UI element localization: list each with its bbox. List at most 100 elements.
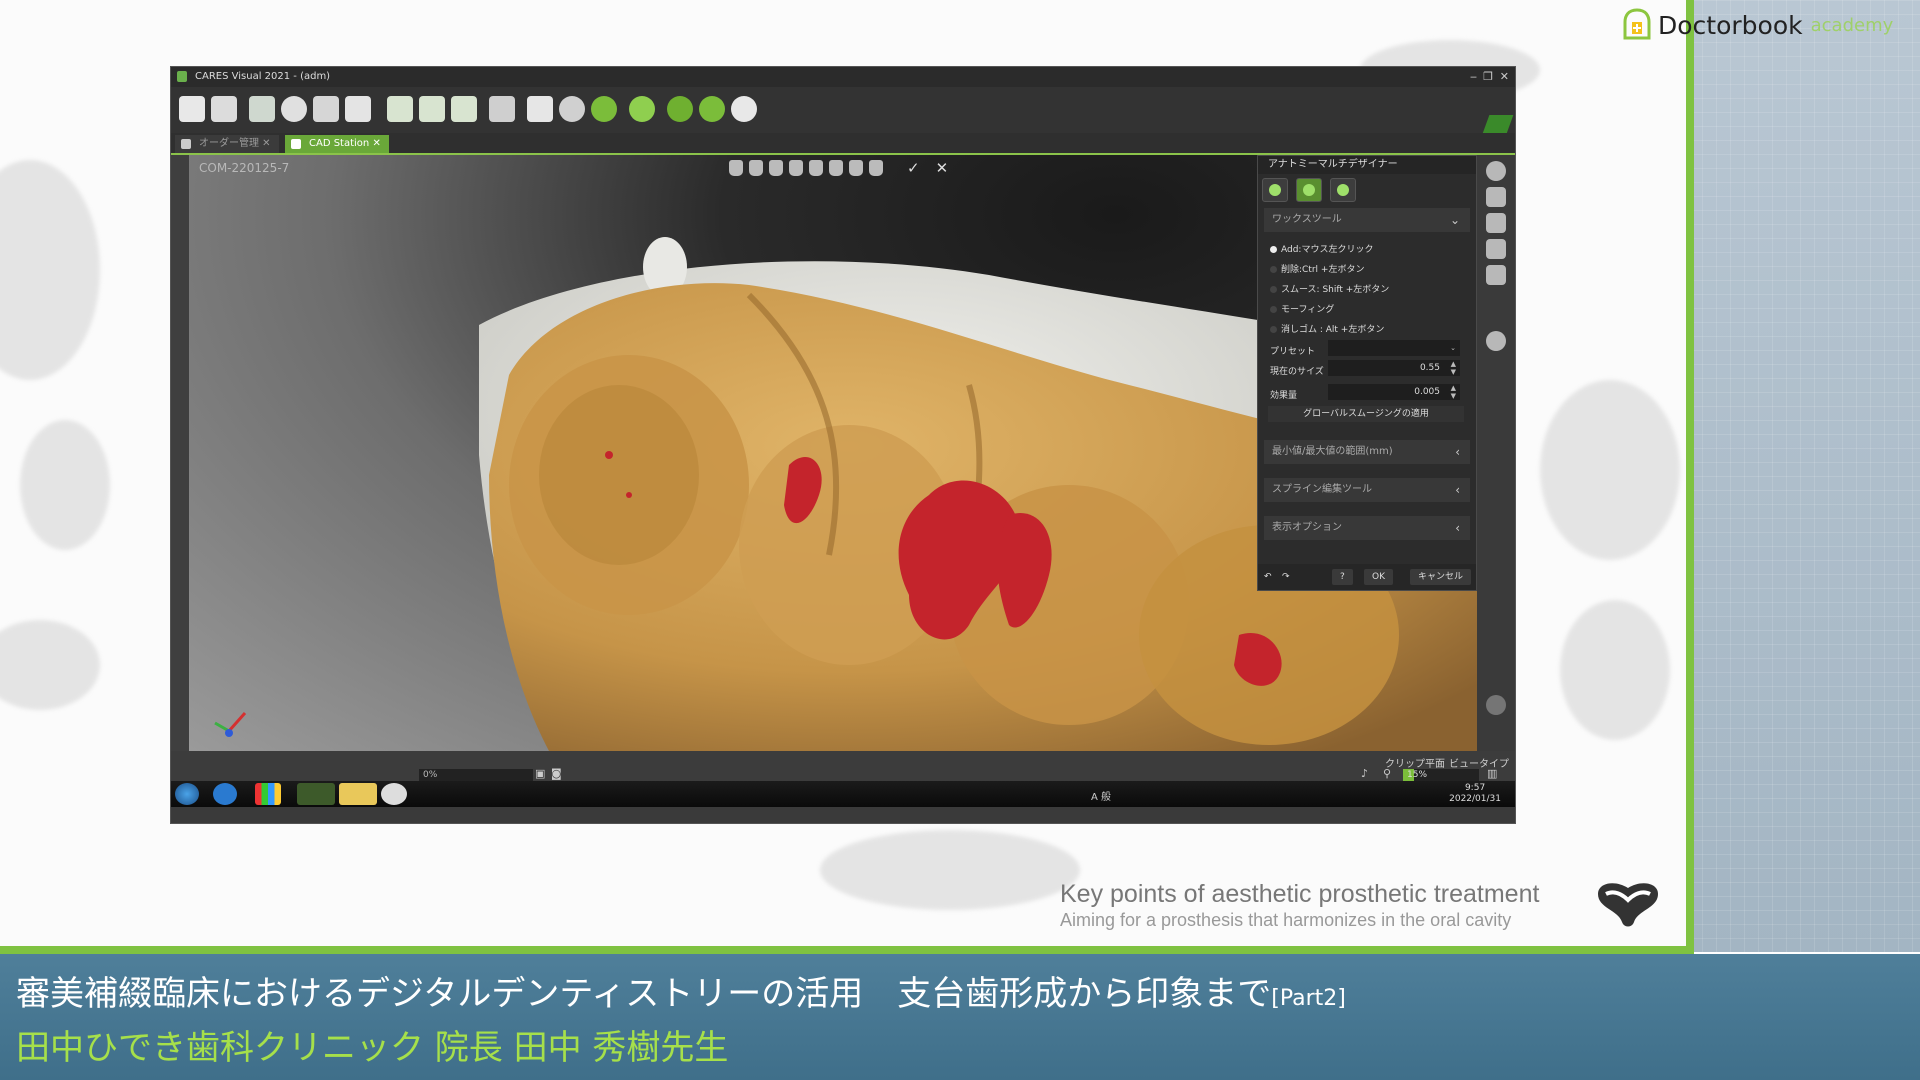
preset-label: プリセット	[1270, 347, 1316, 357]
accent-frame-horizontal	[0, 946, 1694, 954]
arch-view-icon[interactable]	[1486, 213, 1506, 233]
adjust-tool-icon[interactable]	[869, 160, 883, 176]
clipboard-icon[interactable]	[527, 96, 553, 122]
radio-smooth[interactable]: スムース: Shift +左ボタン	[1270, 282, 1389, 295]
measure-icon[interactable]	[489, 96, 515, 122]
import-icon[interactable]	[313, 96, 339, 122]
spin-arrows-icon[interactable]: ▲ ▼	[1451, 384, 1456, 400]
ok-button[interactable]: OK	[1364, 569, 1393, 585]
tab-order-management[interactable]: オーダー管理 ✕	[175, 135, 279, 153]
radio-eraser[interactable]: 消しゴム : Alt +左ボタン	[1270, 322, 1384, 335]
tooth-mode-icon[interactable]	[1296, 178, 1322, 202]
camera-icon[interactable]: ◙	[551, 767, 562, 780]
axis-gizmo-icon	[214, 712, 247, 737]
reset-view-icon[interactable]	[1486, 331, 1506, 351]
preset-select[interactable]: ⌄	[1328, 340, 1460, 356]
bridge-model-icon[interactable]	[419, 96, 445, 122]
wax-tool-section-header[interactable]: ワックスツール ⌄	[1264, 208, 1470, 232]
globe-icon[interactable]	[667, 96, 693, 122]
gum-mode-icon[interactable]	[1330, 178, 1356, 202]
window-title: CARES Visual 2021 - (adm)	[195, 71, 331, 82]
radio-add[interactable]: Add:マウス左クリック	[1270, 242, 1373, 255]
main-toolbar	[171, 87, 1515, 139]
sync-icon[interactable]	[629, 96, 655, 122]
start-button-icon[interactable]	[175, 783, 199, 805]
restore-button[interactable]: ❐	[1483, 67, 1493, 87]
anatomy-multi-designer-panel: アナトミーマルチデザイナー ワックスツール ⌄ Add:マウス左クリック 削除:…	[1257, 155, 1477, 591]
settings-gear-icon[interactable]	[591, 96, 617, 122]
tab-label: CAD Station	[309, 138, 370, 149]
bridge-tool-icon[interactable]	[789, 160, 803, 176]
range-section-header[interactable]: 最小値/最大値の範囲(mm) ‹	[1264, 440, 1470, 464]
orientation-ball-icon[interactable]	[1486, 695, 1506, 715]
panel-mode-icons	[1262, 178, 1356, 202]
implant-model-icon[interactable]	[451, 96, 477, 122]
caption-title: Key points of aesthetic prosthetic treat…	[1060, 880, 1540, 908]
tooth-model-icon[interactable]	[387, 96, 413, 122]
size-stepper[interactable]: 0.55 ▲ ▼	[1328, 360, 1460, 376]
pontic-tool-icon[interactable]	[809, 160, 823, 176]
spline-section-header[interactable]: スプライン編集ツール ‹	[1264, 478, 1470, 502]
windows-taskbar: A 般 9:57 2022/01/31	[171, 781, 1515, 807]
design-icon[interactable]	[281, 96, 307, 122]
wax-mode-icon[interactable]	[1262, 178, 1288, 202]
save-small-icon[interactable]: ▣	[535, 767, 545, 780]
new-order-icon[interactable]	[179, 96, 205, 122]
premolar-tool-icon[interactable]	[749, 160, 763, 176]
status-bar: クリップ平面 ビュータイプ 0% ▣ ◙ ♪ ⚲ 15% ▥	[171, 751, 1515, 781]
folder-icon[interactable]	[339, 783, 377, 805]
tab-cad-station[interactable]: CAD Station ✕	[285, 135, 389, 153]
jaw-view-icon[interactable]	[1486, 239, 1506, 259]
connector-tool-icon[interactable]	[849, 160, 863, 176]
redo-icon[interactable]: ↷	[1282, 569, 1290, 585]
radio-label: モーフィング	[1281, 305, 1335, 315]
zoom-magnifier-icon[interactable]: ⚲	[1383, 767, 1391, 780]
cancel-x-icon[interactable]: ✕	[936, 159, 949, 177]
clip-plane-toggle[interactable]: クリップ平面	[1385, 755, 1445, 770]
scan-icon[interactable]	[249, 96, 275, 122]
tab-label: オーダー管理	[199, 138, 259, 149]
cancel-button[interactable]: キャンセル	[1410, 569, 1472, 585]
brand-shield-icon	[1623, 8, 1651, 40]
system-tray[interactable]: A 般	[1091, 788, 1111, 803]
occlusion-view-icon[interactable]	[1486, 265, 1506, 285]
system-clock[interactable]: 9:57 2022/01/31	[1449, 783, 1501, 805]
zoom-slider[interactable]: 15%	[1403, 769, 1479, 781]
confirm-check-icon[interactable]: ✓	[907, 159, 920, 177]
radio-delete[interactable]: 削除:Ctrl +左ボタン	[1270, 262, 1364, 275]
help-lifebuoy-icon[interactable]	[699, 96, 725, 122]
spin-arrows-icon[interactable]: ▲ ▼	[1451, 360, 1456, 376]
collapsed-left-panel[interactable]	[171, 155, 189, 751]
windows-explorer-icon[interactable]	[255, 783, 281, 805]
user-icon[interactable]	[559, 96, 585, 122]
global-smoothing-button[interactable]: グローバルスムージングの適用	[1268, 406, 1464, 422]
undo-icon[interactable]: ↶	[1264, 569, 1272, 585]
tooth-view-icon[interactable]	[1486, 187, 1506, 207]
close-window-button[interactable]: ✕	[1500, 67, 1509, 87]
media-wheel-icon[interactable]	[381, 783, 407, 805]
trash-icon[interactable]: ▥	[1487, 767, 1497, 780]
help-button[interactable]: ?	[1332, 569, 1353, 585]
save-icon[interactable]	[211, 96, 237, 122]
molar-tool-icon[interactable]	[729, 160, 743, 176]
minimize-button[interactable]: ‒	[1470, 67, 1477, 87]
clock-date: 2022/01/31	[1449, 794, 1501, 804]
cad-app-window: CARES Visual 2021 - (adm) ‒ ❐ ✕ オーダー管理 ✕…	[170, 66, 1516, 824]
cares-app-icon[interactable]	[297, 783, 335, 805]
ie-browser-icon[interactable]	[213, 783, 237, 805]
display-section-header[interactable]: 表示オプション ‹	[1264, 516, 1470, 540]
radio-label: 消しゴム : Alt +左ボタン	[1281, 325, 1385, 335]
implant-tool-icon[interactable]	[829, 160, 843, 176]
bell-icon[interactable]: ♪	[1361, 767, 1368, 780]
effect-value: 0.005	[1414, 387, 1440, 397]
power-icon[interactable]	[731, 96, 757, 122]
sphere-view-icon[interactable]	[1486, 161, 1506, 181]
chevron-down-icon: ⌄	[1449, 213, 1460, 227]
radio-morphing[interactable]: モーフィング	[1270, 302, 1334, 315]
view-type-toggle[interactable]: ビュータイプ	[1449, 755, 1509, 770]
export-icon[interactable]	[345, 96, 371, 122]
crown-tool-icon[interactable]	[769, 160, 783, 176]
effect-stepper[interactable]: 0.005 ▲ ▼	[1328, 384, 1460, 400]
brand-logo: Doctorbook academy	[1622, 8, 1893, 42]
size-label: 現在のサイズ	[1270, 367, 1324, 377]
